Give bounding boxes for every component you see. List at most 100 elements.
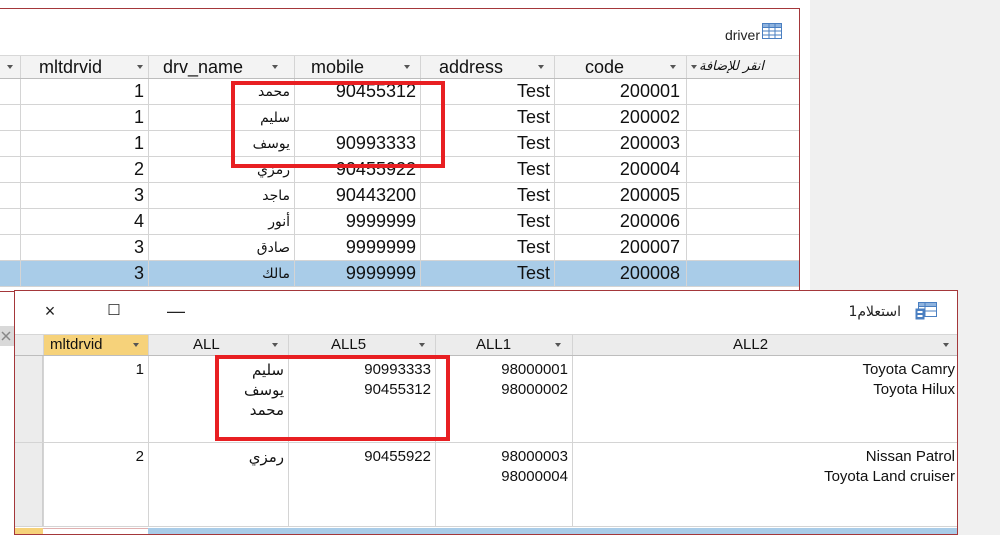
cell-empty[interactable]	[686, 157, 799, 182]
chevron-down-icon[interactable]	[272, 65, 278, 69]
cell-empty[interactable]	[686, 209, 799, 234]
minimize-button[interactable]: —	[161, 297, 191, 325]
table-row[interactable]: 4 أنور 9999999 Test 200006	[0, 209, 799, 235]
cell-mltdrvid[interactable]: 1	[20, 105, 148, 130]
cell-empty[interactable]	[686, 131, 799, 156]
table-row[interactable]: 1 سليم يوسف محمد 90993333 90455312 98000001 980…	[15, 356, 957, 443]
table-row[interactable]: 1 سليم Test 200002	[0, 105, 799, 131]
cell-empty[interactable]	[0, 79, 20, 104]
chevron-down-icon[interactable]	[538, 65, 544, 69]
cell-empty[interactable]	[686, 105, 799, 130]
cell-code[interactable]: 200003	[554, 131, 686, 156]
column-header-all1[interactable]: ALL1	[435, 335, 572, 355]
cell-mltdrvid[interactable]: 3	[20, 261, 148, 286]
cell-mltdrvid[interactable]: 3	[20, 183, 148, 208]
select-all-corner[interactable]	[15, 335, 43, 355]
column-header-drv-name[interactable]: drv_name	[148, 56, 294, 78]
column-header-click-to-add[interactable]: انقر للإضافة	[686, 56, 799, 78]
cell-mltdrvid[interactable]: 1	[20, 131, 148, 156]
cell-drv-name[interactable]: ماجد	[148, 183, 294, 208]
cell-empty[interactable]	[0, 235, 20, 260]
cell-mobile[interactable]	[294, 105, 420, 130]
cell-drv-name[interactable]: رمزي	[148, 157, 294, 182]
chevron-down-icon[interactable]	[272, 343, 278, 347]
cell-code[interactable]: 200004	[554, 157, 686, 182]
maximize-button[interactable]: ☐	[99, 297, 129, 325]
query-window[interactable]: × ☐ — استعلام1 mltdrvid ALL ALL5 ALL1 AL…	[14, 290, 958, 535]
driver-table-window[interactable]: driver mltdrvid drv_name mobile address	[0, 8, 800, 292]
chevron-down-icon[interactable]	[419, 343, 425, 347]
chevron-down-icon[interactable]	[943, 343, 949, 347]
cell-code[interactable]: 200008	[554, 261, 686, 286]
chevron-down-icon[interactable]	[137, 65, 143, 69]
cell-all5[interactable]: 90993333 90455312	[288, 356, 435, 442]
chevron-down-icon[interactable]	[555, 343, 561, 347]
record-selector[interactable]	[15, 356, 43, 442]
table-row[interactable]: 1 محمد 90455312 Test 200001	[0, 79, 799, 105]
table-row[interactable]: 3 صادق 9999999 Test 200007	[0, 235, 799, 261]
column-header-all[interactable]: ALL	[148, 335, 288, 355]
new-record-cell[interactable]	[43, 528, 148, 534]
cell-mobile[interactable]: 9999999	[294, 261, 420, 286]
cell-address[interactable]: Test	[420, 131, 554, 156]
cell-drv-name[interactable]: محمد	[148, 79, 294, 104]
cell-empty[interactable]	[686, 79, 799, 104]
cell-mobile[interactable]: 9999999	[294, 235, 420, 260]
chevron-down-icon[interactable]	[691, 65, 697, 69]
cell-address[interactable]: Test	[420, 209, 554, 234]
cell-mobile[interactable]: 90443200	[294, 183, 420, 208]
chevron-down-icon[interactable]	[404, 65, 410, 69]
cell-code[interactable]: 200007	[554, 235, 686, 260]
cell-drv-name[interactable]: سليم	[148, 105, 294, 130]
cell-drv-name[interactable]: صادق	[148, 235, 294, 260]
table-row[interactable]: 3 ماجد 90443200 Test 200005	[0, 183, 799, 209]
cell-code[interactable]: 200001	[554, 79, 686, 104]
record-selector[interactable]	[15, 443, 43, 526]
cell-address[interactable]: Test	[420, 183, 554, 208]
column-header-mltdrvid[interactable]: mltdrvid	[43, 335, 148, 355]
cell-empty[interactable]	[0, 157, 20, 182]
cell-address[interactable]: Test	[420, 157, 554, 182]
cell-drv-name[interactable]: أنور	[148, 209, 294, 234]
chevron-down-icon[interactable]	[7, 65, 13, 69]
cell-empty[interactable]	[0, 261, 20, 286]
cell-all2[interactable]: Nissan Patrol Toyota Land cruiser	[572, 443, 957, 526]
cell-all[interactable]: سليم يوسف محمد	[148, 356, 288, 442]
table-row[interactable]: 3 مالك 9999999 Test 200008	[0, 261, 799, 287]
cell-mltdrvid[interactable]: 2	[20, 157, 148, 182]
cell-address[interactable]: Test	[420, 235, 554, 260]
close-button[interactable]: ×	[35, 297, 65, 325]
cell-address[interactable]: Test	[420, 261, 554, 286]
column-header-all2[interactable]: ALL2	[572, 335, 957, 355]
cell-mobile[interactable]: 90993333	[294, 131, 420, 156]
cell-code[interactable]: 200002	[554, 105, 686, 130]
column-header-mobile[interactable]: mobile	[294, 56, 420, 78]
cell-mltdrvid[interactable]: 3	[20, 235, 148, 260]
cell-empty[interactable]	[686, 261, 799, 286]
column-header-code[interactable]: code	[554, 56, 686, 78]
cell-mltdrvid[interactable]: 4	[20, 209, 148, 234]
cell-empty[interactable]	[0, 105, 20, 130]
cell-address[interactable]: Test	[420, 79, 554, 104]
cell-mobile[interactable]: 90455312	[294, 79, 420, 104]
cell-empty[interactable]	[686, 235, 799, 260]
new-record-row[interactable]	[148, 528, 957, 534]
cell-address[interactable]: Test	[420, 105, 554, 130]
new-record-selector[interactable]	[15, 528, 43, 534]
cell-all1[interactable]: 98000001 98000002	[435, 356, 572, 442]
table-row[interactable]: 1 يوسف 90993333 Test 200003	[0, 131, 799, 157]
column-header-all5[interactable]: ALL5	[288, 335, 435, 355]
cell-all[interactable]: رمزي	[148, 443, 288, 526]
column-header-hidden[interactable]	[0, 56, 20, 78]
cell-mltdrvid[interactable]: 2	[43, 443, 148, 526]
cell-all5[interactable]: 90455922	[288, 443, 435, 526]
cell-empty[interactable]	[0, 209, 20, 234]
cell-code[interactable]: 200005	[554, 183, 686, 208]
cell-mltdrvid[interactable]: 1	[43, 356, 148, 442]
column-header-mltdrvid[interactable]: mltdrvid	[20, 56, 148, 78]
cell-all2[interactable]: Toyota Camry Toyota Hilux	[572, 356, 957, 442]
cell-drv-name[interactable]: مالك	[148, 261, 294, 286]
cell-mltdrvid[interactable]: 1	[20, 79, 148, 104]
table-title[interactable]: driver	[725, 27, 760, 43]
chevron-down-icon[interactable]	[670, 65, 676, 69]
